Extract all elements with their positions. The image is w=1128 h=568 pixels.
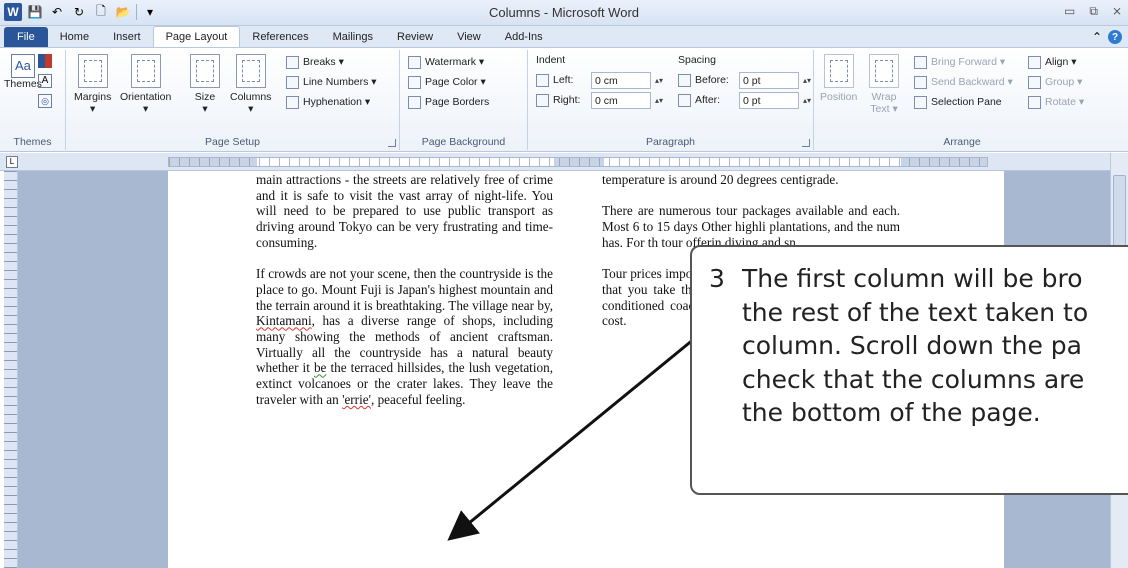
step-number: 3 [709, 264, 725, 293]
callout-line: check that the columns are [742, 364, 1085, 394]
callout-line: the rest of the text taken to [742, 297, 1089, 327]
callout-line: the bottom of the page. [742, 398, 1041, 427]
arrow-line [447, 328, 706, 541]
callout-line: column. Scroll down the pa [742, 331, 1082, 360]
callout-line: The first column will be bro [742, 264, 1083, 293]
instruction-callout: 3 The first column will be bro the rest … [690, 245, 1128, 495]
